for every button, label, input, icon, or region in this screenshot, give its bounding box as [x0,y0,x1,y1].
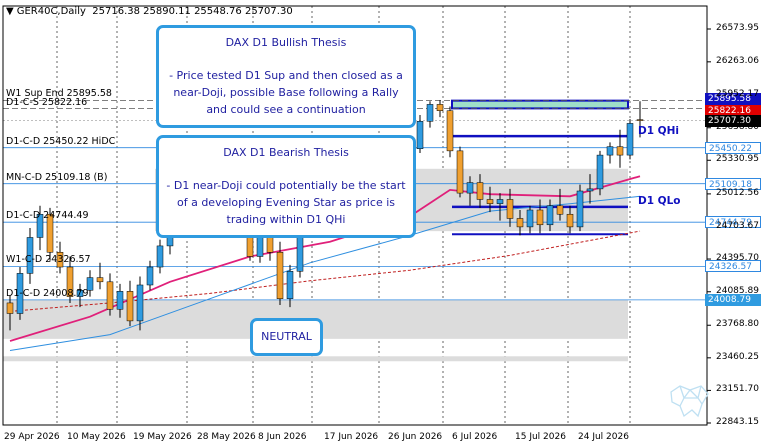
x-tick-label: 24 Jul 2026 [578,432,629,442]
candle-body [456,150,464,194]
candle-57 [576,184,584,232]
candle-42 [426,101,434,128]
price-tag: 25450.22 [705,141,761,154]
candle-body [6,302,14,314]
candle-body [616,146,624,156]
candle-body [516,218,524,228]
x-tick-label: 28 May 2026 [197,432,256,442]
y-tick-label: 24703.67 [716,220,759,231]
candle-body [156,245,164,268]
candle-15 [156,239,164,274]
y-tick-label: 24395.70 [716,253,759,264]
bearish-thesis-title: DAX D1 Bearish Thesis [223,146,349,159]
zone-qhi-top [452,100,628,109]
candle-body [526,209,534,228]
zone-neutral-lower [3,356,628,362]
candle-body [556,205,564,215]
candle-body [446,110,454,152]
candle-body [566,213,574,228]
candle-59 [596,150,604,196]
candle-10 [106,273,114,316]
x-tick-label: 15 Jul 2026 [515,432,566,442]
candle-62 [626,119,634,160]
candle-body [476,182,484,200]
candle-41 [416,114,424,153]
candle-body [546,205,554,226]
candle-body [596,154,604,190]
candle-body [126,291,134,322]
candle-body [286,271,294,299]
y-tick-label: 22843.15 [716,417,759,427]
candle-body [256,237,264,257]
y-tick-label: 23460.25 [716,351,759,362]
watermark-bull-icon [670,385,709,418]
neutral-box: NEUTRAL [250,318,323,356]
candle-44 [446,106,454,158]
ohlc-readout: 25716.38 25890.11 25548.76 25707.30 [92,6,293,17]
x-tick-label: 26 Jun 2026 [388,432,443,442]
candle-body [606,146,614,156]
y-tick-label: 25952.17 [716,88,759,99]
level-label-d1-cd: D1-C-D 24744.49 [6,210,89,221]
y-tick-label: 25330.95 [716,154,759,165]
candle-body [536,209,544,226]
level-label-d1-c: D1-C-D 24008.79 [6,288,89,299]
candle-body [106,281,114,310]
symbol-label: GER40C,Daily [16,6,86,17]
candle-body [416,121,424,150]
x-tick-label: 19 May 2026 [133,432,192,442]
candle-body [266,237,274,253]
level-label-d1-cd-hidc: D1-C-D 25450.22 HiDC [6,136,116,147]
candle-body [636,119,644,121]
bullish-thesis-body: - Price tested D1 Sup and then closed as… [169,69,403,116]
bearish-thesis-box: DAX D1 Bearish Thesis - D1 near-Doji cou… [156,135,416,238]
level-label-w1-c: W1-C-D 24326.57 [6,254,91,265]
candle-12 [126,280,134,327]
y-tick-label: 26573.95 [716,23,759,33]
candle-body [116,291,124,310]
candle-14 [146,260,154,291]
candle-60 [606,142,614,164]
x-tick-label: 17 Jun 2026 [324,432,379,442]
y-tick-label: 26263.06 [716,55,759,66]
bearish-thesis-body: - D1 near-Doji could potentially be the … [166,179,406,226]
candle-body [466,182,474,194]
y-tick-label: 25638.80 [716,121,759,132]
candle-body [486,199,494,204]
candle-body [426,104,434,122]
candle-body [436,104,444,111]
y-tick-label: 24085.89 [716,285,759,296]
candle-body [506,199,514,219]
collapse-triangle-icon[interactable]: ▼ [6,6,14,17]
chart-title: ▼ GER40C,Daily 25716.38 25890.11 25548.76… [6,6,293,17]
level-label-d1-cs: D1-C-S 25822.16 [6,97,88,108]
candle-body [626,123,634,156]
neutral-label: NEUTRAL [261,330,312,343]
y-tick-label: 23768.80 [716,319,759,330]
candle-body [276,251,284,299]
candle-body [96,277,104,283]
candle-body [576,190,584,228]
candle-9 [96,262,104,290]
qhi-label: D1 QHi [638,125,679,137]
candle-45 [456,146,464,198]
level-label-mn-cd: MN-C-D 25109.18 (B) [6,172,108,183]
bullish-thesis-box: DAX D1 Bullish Thesis - Price tested D1 … [156,25,416,128]
y-tick-label: 25012.56 [716,187,759,198]
bullish-thesis-title: DAX D1 Bullish Thesis [225,36,347,49]
x-tick-label: 29 Apr 2026 [4,432,60,442]
qlo-label: D1 QLo [638,195,681,207]
x-tick-label: 6 Jul 2026 [452,432,498,442]
candle-body [586,188,594,192]
y-tick-label: 23151.70 [716,384,759,395]
candle-body [146,266,154,286]
candle-43 [436,100,444,118]
candle-body [136,284,144,322]
x-tick-label: 10 May 2026 [67,432,126,442]
x-tick-label: 8 Jun 2026 [258,432,307,442]
candle-body [496,199,504,204]
